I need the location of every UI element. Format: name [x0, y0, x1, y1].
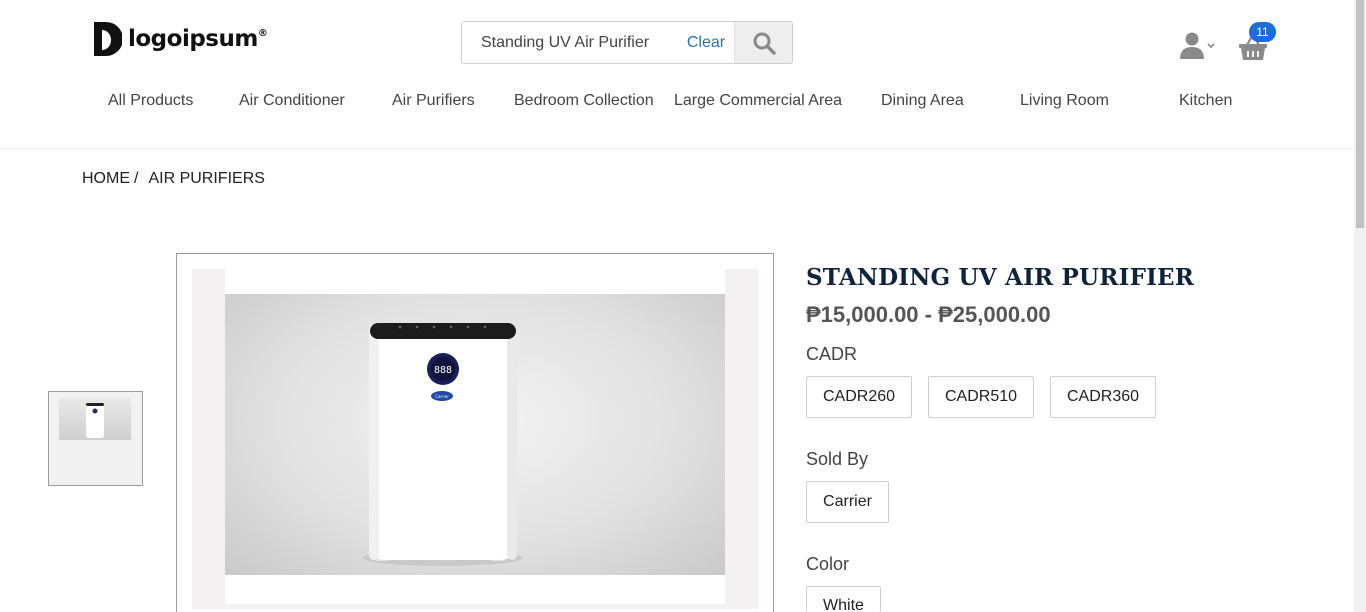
search-bar: Clear	[461, 21, 793, 64]
cadr-option-260[interactable]: CADR260	[806, 376, 912, 418]
cadr-label: CADR	[806, 344, 858, 364]
sold-by-option-carrier[interactable]: Carrier	[806, 481, 889, 523]
breadcrumb-separator: /	[134, 170, 139, 187]
logo[interactable]: logoipsum®	[92, 20, 268, 58]
user-menu-button[interactable]	[1180, 31, 1218, 61]
breadcrumb-home[interactable]: HOME	[82, 170, 130, 188]
color-label: Color	[806, 554, 850, 574]
nav-item-all-products[interactable]: All Products	[108, 92, 193, 110]
product-price: ₱15,000.00 - ₱25,000.00	[806, 302, 1051, 327]
color-option-white[interactable]: White	[806, 586, 881, 612]
site-header: logoipsum® Clear 11 All Products	[0, 0, 1354, 149]
nav-item-bedroom-collection[interactable]: Bedroom Collection	[514, 92, 654, 110]
category-nav: All Products Air Conditioner Air Purifie…	[80, 92, 1280, 118]
search-icon	[753, 32, 776, 55]
sold-by-label: Sold By	[806, 449, 869, 469]
cadr-option-360[interactable]: CADR360	[1050, 376, 1156, 418]
scrollbar-thumb[interactable]	[1356, 0, 1364, 228]
brand-label: Carrier	[435, 394, 449, 399]
display-readout: 888	[434, 365, 452, 376]
logo-mark-icon	[94, 22, 122, 56]
nav-item-large-commercial-area[interactable]: Large Commercial Area	[674, 92, 842, 110]
search-clear-button[interactable]: Clear	[678, 22, 734, 63]
user-icon	[1180, 32, 1215, 59]
breadcrumb-current[interactable]: AIR PURIFIERS	[148, 170, 264, 188]
nav-item-dining-area[interactable]: Dining Area	[881, 92, 964, 110]
product-image-frame: 888 Carrier	[176, 253, 774, 612]
search-input[interactable]	[462, 22, 678, 63]
page-scrollbar[interactable]	[1354, 0, 1366, 612]
product-thumbnail[interactable]	[48, 391, 143, 486]
cart-count-badge: 11	[1249, 22, 1276, 42]
nav-item-kitchen[interactable]: Kitchen	[1179, 92, 1232, 110]
search-button[interactable]	[734, 22, 792, 63]
product-main-image[interactable]: 888 Carrier	[225, 294, 725, 575]
product-title: STANDING UV AIR PURIFIER	[806, 264, 1195, 291]
thumbnail-image	[59, 398, 131, 440]
nav-item-air-purifiers[interactable]: Air Purifiers	[392, 92, 475, 110]
cadr-option-510[interactable]: CADR510	[928, 376, 1034, 418]
breadcrumb: HOME / AIR PURIFIERS	[82, 170, 265, 188]
logo-text: logoipsum®	[128, 26, 268, 52]
nav-item-air-conditioner[interactable]: Air Conditioner	[239, 92, 345, 110]
nav-item-living-room[interactable]: Living Room	[1020, 92, 1109, 110]
